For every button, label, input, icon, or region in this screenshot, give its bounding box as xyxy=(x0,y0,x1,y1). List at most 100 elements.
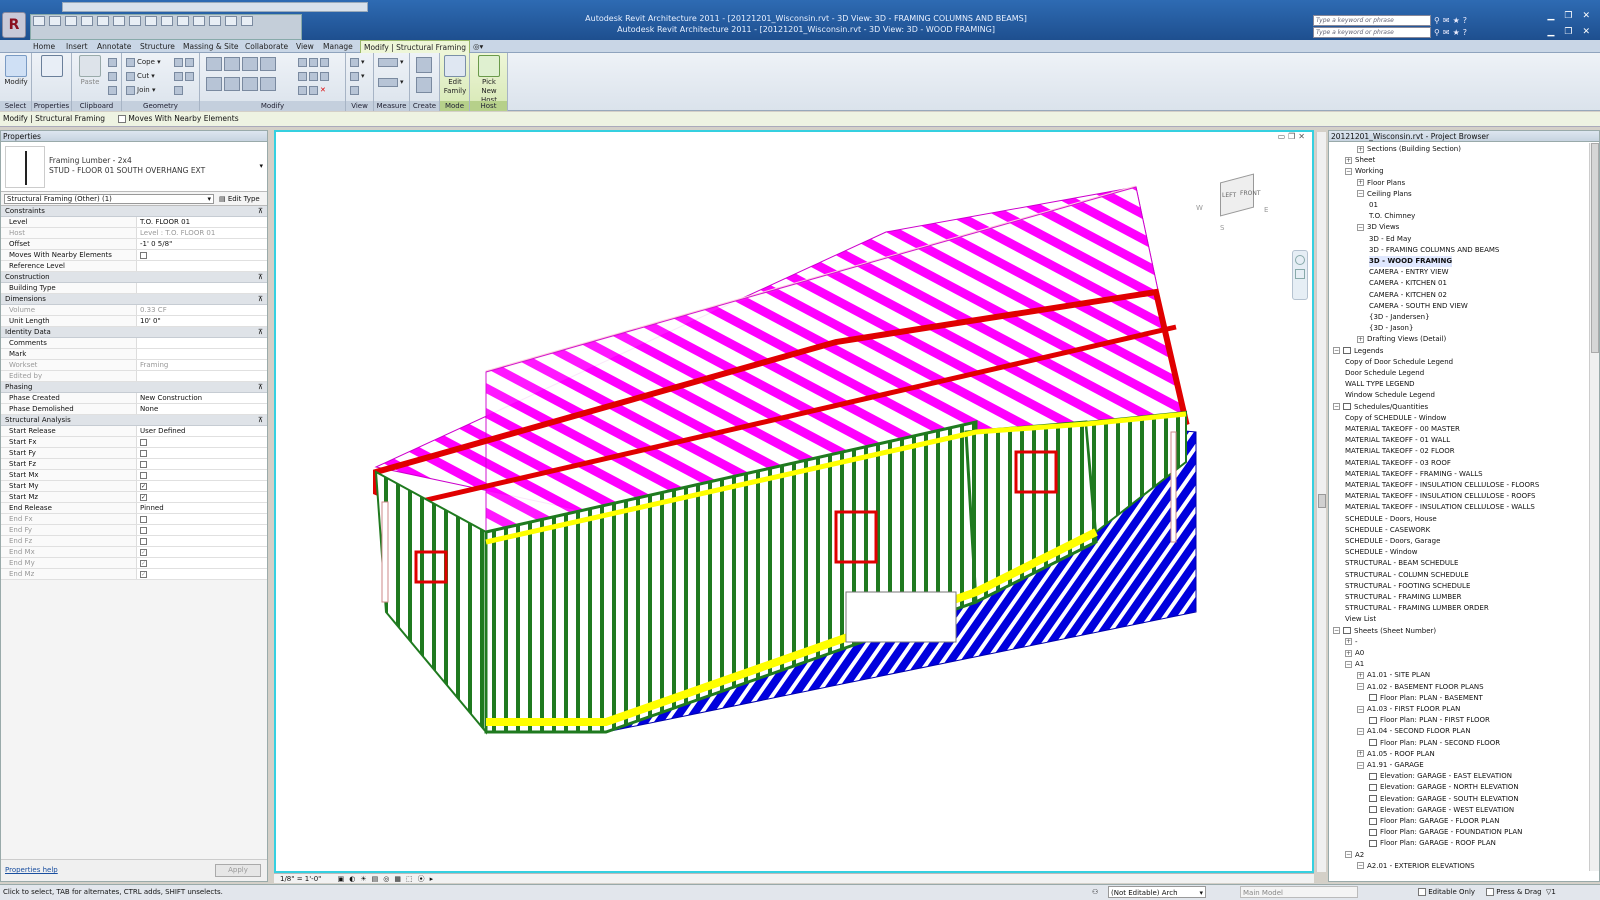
prop-row[interactable]: Comments xyxy=(1,338,267,349)
edit-type-button[interactable]: ▤ Edit Type xyxy=(219,194,260,204)
collapse-icon[interactable]: − xyxy=(1333,403,1340,411)
tab-annotate[interactable]: Annotate xyxy=(94,40,134,53)
prop-row[interactable]: Start Mz ✓ xyxy=(1,492,267,503)
app-window-controls[interactable]: ▁ ❐ ✕ xyxy=(1516,10,1600,22)
prop-value[interactable] xyxy=(137,338,267,348)
browser-item[interactable]: − A1.04 - SECOND FLOOR PLAN xyxy=(1357,726,1471,737)
apply-button[interactable]: Apply xyxy=(215,864,261,877)
browser-item[interactable]: STRUCTURAL - BEAM SCHEDULE xyxy=(1345,558,1458,569)
prop-value[interactable]: ✓ xyxy=(137,569,267,579)
prop-row[interactable]: Workset Framing xyxy=(1,360,267,371)
paint-icon[interactable] xyxy=(174,71,196,81)
prop-section-header[interactable]: Dimensions xyxy=(1,294,267,305)
prop-value[interactable]: User Defined xyxy=(137,426,267,436)
browser-item[interactable]: + Sections (Building Section) xyxy=(1357,144,1461,155)
prop-checkbox[interactable]: ✓ xyxy=(140,483,147,490)
prop-row[interactable]: Volume 0.33 CF xyxy=(1,305,267,316)
prop-value[interactable] xyxy=(137,536,267,546)
split-icon[interactable] xyxy=(298,57,331,67)
browser-item[interactable]: Floor Plan: GARAGE - ROOF PLAN xyxy=(1369,838,1496,849)
search-input[interactable]: Type a keyword or phrase xyxy=(1313,15,1431,26)
browser-item[interactable]: + A1.05 - ROOF PLAN xyxy=(1357,749,1435,760)
prop-row[interactable]: End Fy xyxy=(1,525,267,536)
press-drag-toggle[interactable]: Press & Drag xyxy=(1486,885,1542,900)
modify-button[interactable]: Modify xyxy=(1,55,31,87)
design-option[interactable]: Main Model xyxy=(1240,886,1358,898)
switch-windows-icon[interactable] xyxy=(241,16,253,26)
browser-item[interactable]: − Sheets (Sheet Number) xyxy=(1333,626,1436,637)
prop-checkbox[interactable]: ✓ xyxy=(140,571,147,578)
prop-value[interactable] xyxy=(137,470,267,480)
prop-row[interactable]: Offset -1' 0 5/8" xyxy=(1,239,267,250)
moves-with-checkbox[interactable]: Moves With Nearby Elements xyxy=(118,114,239,123)
prop-row[interactable]: Mark xyxy=(1,349,267,360)
3d-view-canvas[interactable]: ▭❐✕ LEFT FRONT W S E xyxy=(274,130,1314,873)
browser-item[interactable]: Floor Plan: PLAN - SECOND FLOOR xyxy=(1369,738,1500,749)
prop-row[interactable]: Building Type xyxy=(1,283,267,294)
tab-structure[interactable]: Structure xyxy=(137,40,178,53)
prop-value[interactable]: T.O. FLOOR 01 xyxy=(137,217,267,227)
browser-item[interactable]: Window Schedule Legend xyxy=(1345,390,1435,401)
close-hidden-icon[interactable] xyxy=(225,16,237,26)
properties-button[interactable] xyxy=(37,55,67,78)
open-icon[interactable] xyxy=(33,16,45,26)
browser-scrollbar-thumb[interactable] xyxy=(1591,143,1599,353)
view-scrollbar[interactable] xyxy=(1316,132,1326,872)
expand-icon[interactable]: + xyxy=(1357,145,1364,153)
browser-item[interactable]: Copy of Door Schedule Legend xyxy=(1345,357,1453,368)
prop-value[interactable] xyxy=(137,525,267,535)
prop-section-header[interactable]: Phasing xyxy=(1,382,267,393)
prop-row[interactable]: Host Level : T.O. FLOOR 01 xyxy=(1,228,267,239)
3d-view-icon[interactable] xyxy=(177,16,189,26)
prop-row[interactable]: Start My ✓ xyxy=(1,481,267,492)
prop-checkbox[interactable] xyxy=(140,538,147,545)
prop-value[interactable] xyxy=(137,459,267,469)
browser-item[interactable]: Floor Plan: GARAGE - FOUNDATION PLAN xyxy=(1369,827,1522,838)
prop-checkbox[interactable] xyxy=(140,516,147,523)
browser-item[interactable]: Elevation: GARAGE - SOUTH ELEVATION xyxy=(1369,794,1519,805)
compass-e[interactable]: E xyxy=(1264,206,1268,214)
search-input-2[interactable]: Type a keyword or phrase xyxy=(1313,27,1431,38)
expand-icon[interactable]: + xyxy=(1345,649,1352,657)
zoom-icon[interactable] xyxy=(1295,269,1305,279)
prop-value[interactable] xyxy=(137,448,267,458)
prop-row[interactable]: Phase Demolished None xyxy=(1,404,267,415)
browser-item[interactable]: + Floor Plans xyxy=(1357,178,1405,189)
browser-item[interactable]: 3D - FRAMING COLUMNS AND BEAMS xyxy=(1369,245,1499,256)
browser-item[interactable]: STRUCTURAL - FOOTING SCHEDULE xyxy=(1345,581,1470,592)
prop-row[interactable]: Level T.O. FLOOR 01 xyxy=(1,217,267,228)
steering-wheel-icon[interactable] xyxy=(1295,255,1305,265)
prop-value[interactable]: Pinned xyxy=(137,503,267,513)
prop-checkbox[interactable] xyxy=(140,252,147,259)
browser-item[interactable]: Floor Plan: GARAGE - FLOOR PLAN xyxy=(1369,816,1500,827)
browser-item[interactable]: 01 xyxy=(1369,200,1378,211)
pick-new-host-button[interactable]: Pick New Host xyxy=(474,55,504,105)
tab-insert[interactable]: Insert xyxy=(63,40,91,53)
browser-item[interactable]: −3D Views xyxy=(1357,222,1399,233)
browser-item[interactable]: {3D - Jason} xyxy=(1369,323,1413,334)
prop-row[interactable]: Phase Created New Construction xyxy=(1,393,267,404)
expand-icon[interactable]: + xyxy=(1345,156,1352,164)
cut-clip-icon[interactable] xyxy=(108,57,119,67)
collapse-icon[interactable]: − xyxy=(1357,727,1364,735)
expand-icon[interactable]: + xyxy=(1357,671,1364,679)
doc-restore-icon[interactable]: ❐ xyxy=(1564,26,1572,38)
prop-value[interactable]: ✓ xyxy=(137,558,267,568)
application-menu-button[interactable]: R xyxy=(2,12,26,38)
move-icon[interactable] xyxy=(206,77,278,91)
prop-value[interactable]: ✓ xyxy=(137,492,267,502)
browser-item[interactable]: {3D - Jandersen} xyxy=(1369,312,1430,323)
browser-scrollbar[interactable] xyxy=(1589,143,1599,871)
tab-modify-structural-framing[interactable]: Modify | Structural Framing xyxy=(360,40,471,53)
expand-icon[interactable]: + xyxy=(1357,750,1364,758)
prop-row[interactable]: Reference Level xyxy=(1,261,267,272)
prop-value[interactable]: None xyxy=(137,404,267,414)
prop-checkbox[interactable] xyxy=(140,472,147,479)
expand-icon[interactable]: + xyxy=(1345,638,1352,646)
prop-value[interactable] xyxy=(137,283,267,293)
prop-row[interactable]: End Fx xyxy=(1,514,267,525)
browser-item[interactable]: STRUCTURAL - COLUMN SCHEDULE xyxy=(1345,570,1469,581)
browser-item[interactable]: CAMERA - KITCHEN 01 xyxy=(1369,278,1447,289)
browser-item[interactable]: − Schedules/Quantities xyxy=(1333,402,1428,413)
tab-home[interactable]: Home xyxy=(30,40,58,53)
